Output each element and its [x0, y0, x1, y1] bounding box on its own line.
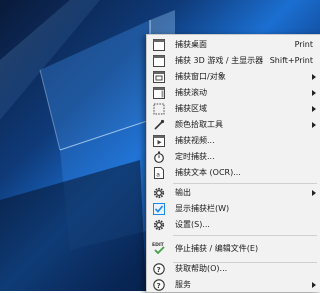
submenu-arrow-icon [312, 106, 316, 112]
menu-item-timed-capture[interactable]: 定时捕获... [147, 149, 320, 165]
menu-item-label: 颜色拾取工具 [175, 120, 223, 129]
menu-item-capture-region[interactable]: 捕获区域 [147, 101, 320, 117]
submenu-arrow-icon [312, 90, 316, 96]
eyedropper-icon [154, 119, 165, 130]
menu-item-settings[interactable]: 设置(S)... [147, 217, 320, 233]
menu-item-shortcut: Print [294, 40, 313, 49]
menu-item-label: 停止捕获 / 编辑文件(E) [175, 244, 259, 253]
submenu-arrow-icon [312, 282, 316, 288]
submenu-arrow-icon [312, 190, 316, 196]
menu-item-show-capture-bar[interactable]: 显示捕获栏(W) [147, 201, 320, 217]
region-select-icon [153, 103, 165, 115]
menu-item-label: 设置(S)... [175, 220, 210, 229]
help-icon: ? [153, 263, 165, 275]
edit-check-icon: EDIT [152, 242, 165, 255]
menu-separator [173, 183, 317, 184]
menu-item-capture-3d-game[interactable]: 捕获 3D 游戏 / 主显示器 Shift+Print [147, 53, 320, 69]
stopwatch-icon [154, 151, 164, 163]
submenu-arrow-icon [312, 122, 316, 128]
menu-item-capture-window[interactable]: 捕获窗口/对象 [147, 69, 320, 85]
svg-text:?: ? [157, 266, 161, 274]
menu-item-capture-scrolling[interactable]: 捕获滚动 [147, 85, 320, 101]
context-menu: 捕获桌面 Print 捕获 3D 游戏 / 主显示器 Shift+Print 捕… [146, 34, 320, 292]
checkbox-checked-icon [153, 203, 165, 215]
window-icon [153, 71, 165, 83]
menu-item-output[interactable]: 输出 [147, 185, 320, 201]
menu-item-label: 捕获桌面 [175, 40, 207, 49]
menu-item-get-help[interactable]: ? 获取帮助(O)... [147, 261, 320, 277]
monitor-icon [153, 39, 165, 51]
menu-item-shortcut: Shift+Print [269, 56, 313, 65]
menu-item-label: 捕获视频... [175, 136, 215, 145]
video-window-icon [153, 135, 165, 147]
gear-icon [153, 187, 165, 199]
menu-item-capture-desktop[interactable]: 捕获桌面 Print [147, 37, 320, 53]
scroll-window-icon [153, 87, 165, 99]
gear-icon [153, 219, 165, 231]
menu-item-label: 捕获窗口/对象 [175, 72, 226, 81]
menu-item-label: 捕获滚动 [175, 88, 207, 97]
menu-item-color-picker[interactable]: 颜色拾取工具 [147, 117, 320, 133]
menu-item-label: 捕获文本 (OCR)... [175, 168, 241, 177]
menu-item-stop-capture-edit[interactable]: EDIT 停止捕获 / 编辑文件(E) [147, 238, 320, 260]
menu-item-label: 捕获区域 [175, 104, 207, 113]
menu-item-label: 输出 [175, 188, 191, 197]
help-icon: ? [153, 279, 165, 291]
menu-item-capture-video[interactable]: 捕获视频... [147, 133, 320, 149]
menu-item-label: 捕获 3D 游戏 / 主显示器 [175, 56, 264, 65]
menu-separator [173, 235, 317, 236]
monitor-icon [153, 55, 165, 67]
submenu-arrow-icon [312, 74, 316, 80]
svg-text:?: ? [157, 282, 161, 290]
svg-text:a: a [156, 171, 160, 178]
menu-item-capture-text-ocr[interactable]: a 捕获文本 (OCR)... [147, 165, 320, 181]
menu-item-label: 显示捕获栏(W) [175, 204, 230, 213]
menu-item-label: 定时捕获... [175, 152, 215, 161]
ocr-document-icon: a [154, 167, 164, 179]
menu-item-label: 获取帮助(O)... [175, 264, 228, 273]
